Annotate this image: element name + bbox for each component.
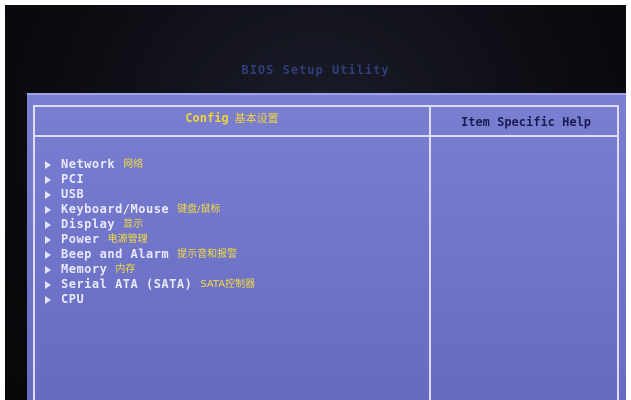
- menu-item-label-cn: SATA控制器: [200, 279, 256, 290]
- menu-item-pci[interactable]: PCI: [45, 172, 255, 187]
- menu-item-power[interactable]: Power 电源管理: [45, 232, 255, 247]
- triangle-right-icon: [45, 295, 51, 304]
- triangle-right-icon: [45, 220, 51, 229]
- menu-item-label: Display: [61, 217, 116, 231]
- menu-item-label: Power: [61, 232, 100, 246]
- menu-item-label: Serial ATA (SATA): [61, 277, 193, 291]
- menu-item-label: Network: [61, 157, 116, 171]
- photo-frame: BIOS Setup Utility Config 基本设置 Item Speci…: [5, 5, 626, 400]
- triangle-right-icon: [45, 250, 51, 259]
- menu-item-label-cn: 显示: [123, 219, 144, 230]
- panel-divider-horizontal: [33, 135, 619, 137]
- menu-item-label-cn: 键盘/鼠标: [177, 204, 221, 215]
- menu-item-beep-and-alarm[interactable]: Beep and Alarm 提示音和报警: [45, 247, 255, 262]
- config-label: Config: [185, 111, 229, 125]
- bios-title: BIOS Setup Utility: [241, 63, 390, 77]
- triangle-right-icon: [45, 205, 51, 214]
- menu-item-display[interactable]: Display 显示: [45, 217, 255, 232]
- menu-item-label: PCI: [61, 172, 85, 186]
- config-label-cn: 基本设置: [234, 112, 279, 125]
- triangle-right-icon: [45, 265, 51, 274]
- item-specific-help-title: Item Specific Help: [460, 115, 592, 129]
- menu-item-serial-ata[interactable]: Serial ATA (SATA) SATA控制器: [45, 277, 255, 292]
- bios-main-panel: Config 基本设置 Item Specific Help Network 网络…: [27, 93, 626, 400]
- panel-divider-vertical: [429, 105, 431, 400]
- menu-item-memory[interactable]: Memory 内存: [45, 262, 255, 277]
- triangle-right-icon: [45, 190, 51, 199]
- triangle-right-icon: [45, 235, 51, 244]
- menu-item-cpu[interactable]: CPU: [45, 292, 255, 307]
- menu-item-keyboard-mouse[interactable]: Keyboard/Mouse 键盘/鼠标: [45, 202, 255, 217]
- menu-item-label-cn: 内存: [115, 264, 136, 275]
- tab-config[interactable]: Config 基本设置: [35, 110, 429, 126]
- menu-item-label: USB: [61, 187, 85, 201]
- menu-item-label: Beep and Alarm: [61, 247, 170, 261]
- menu-item-label: Keyboard/Mouse: [61, 202, 170, 216]
- menu-item-network[interactable]: Network 网络: [45, 157, 255, 172]
- config-menu-list: Network 网络 PCI USB Keyboard/Mouse 键盘/鼠标 …: [45, 157, 255, 307]
- triangle-right-icon: [45, 160, 51, 169]
- triangle-right-icon: [45, 280, 51, 289]
- menu-item-label-cn: 电源管理: [107, 234, 148, 245]
- menu-item-label-cn: 网络: [123, 159, 144, 170]
- triangle-right-icon: [45, 175, 51, 184]
- menu-item-label: Memory: [61, 262, 108, 276]
- menu-item-usb[interactable]: USB: [45, 187, 255, 202]
- menu-item-label: CPU: [61, 292, 85, 306]
- menu-item-label-cn: 提示音和报警: [177, 249, 238, 260]
